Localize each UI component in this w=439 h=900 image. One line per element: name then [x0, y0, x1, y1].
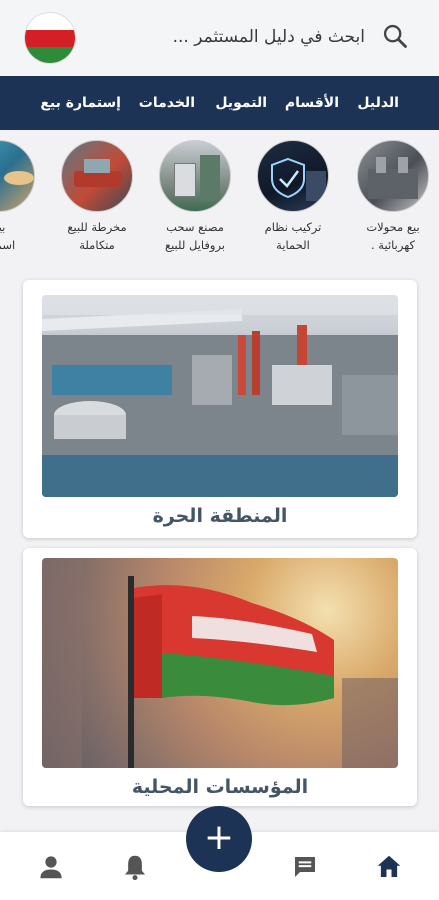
free-zone-image	[42, 295, 398, 497]
nav-item-finance[interactable]: التمويل	[215, 76, 267, 130]
category-image	[159, 140, 231, 212]
nav-item-guide[interactable]: الدليل	[357, 76, 399, 130]
add-button[interactable]: +	[186, 806, 252, 872]
oman-flag-image	[42, 558, 398, 768]
user-icon[interactable]	[36, 852, 66, 882]
category-label: مصنع سحب بروفايل للبيع	[164, 220, 226, 252]
category-item[interactable]: بيع محولات كهربائية .	[354, 140, 432, 254]
category-item[interactable]: مخرطة للبيع متكاملة	[58, 140, 136, 254]
local-institutions-card[interactable]: المؤسسات المحلية	[23, 548, 417, 806]
nav-item-services[interactable]: الخدمات	[139, 76, 195, 130]
app-header: ابحث في دليل المستثمر ...	[0, 0, 439, 76]
category-image	[0, 140, 35, 212]
search-icon[interactable]	[381, 22, 409, 50]
category-image	[257, 140, 329, 212]
category-image	[357, 140, 429, 212]
category-label: بيع محولات كهربائية .	[366, 220, 420, 252]
card-title: المنطقة الحرة	[152, 505, 288, 527]
home-icon[interactable]	[374, 852, 404, 882]
free-zone-card[interactable]: المنطقة الحرة	[23, 280, 417, 538]
category-label: مخرطة للبيع متكاملة	[67, 220, 127, 252]
category-label: بيع اسماك	[0, 220, 16, 252]
category-item[interactable]: مصنع سحب بروفايل للبيع	[156, 140, 234, 254]
chat-icon[interactable]	[290, 852, 320, 882]
category-label: تركيب نظام الحماية	[264, 220, 322, 252]
nav-item-sections[interactable]: الأقسام	[285, 76, 339, 130]
bell-icon[interactable]	[120, 852, 150, 882]
nav-item-sale-form[interactable]: إستمارة بيع	[40, 76, 121, 130]
category-image	[61, 140, 133, 212]
search-input[interactable]: ابحث في دليل المستثمر ...	[135, 22, 365, 52]
category-item[interactable]: تركيب نظام الحماية	[254, 140, 332, 254]
card-title: المؤسسات المحلية	[131, 776, 309, 798]
oman-flag-icon[interactable]	[24, 12, 76, 64]
top-nav: الدليل الأقسام التمويل الخدمات إستمارة ب…	[0, 76, 439, 130]
categories-carousel[interactable]: بيع محولات كهربائية . تركيب نظام الحماية…	[0, 130, 439, 270]
category-item[interactable]: بيع اسماك	[0, 140, 38, 254]
